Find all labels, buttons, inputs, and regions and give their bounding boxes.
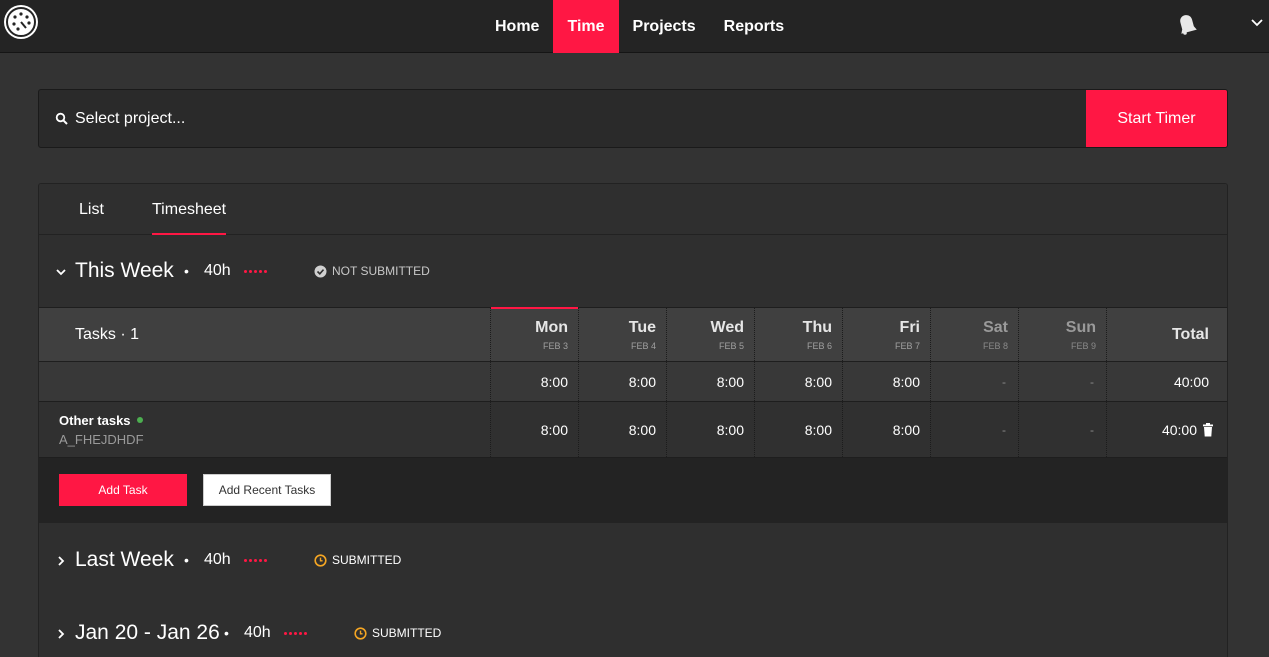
day-date: FEB 9 [1070, 340, 1096, 351]
project-search-input[interactable] [75, 104, 1075, 134]
grand-total: 40:00 [1106, 362, 1227, 401]
daily-total-wed: 8:00 [666, 362, 754, 401]
week-status-badge: NOT SUBMITTED [332, 264, 430, 278]
start-timer-button[interactable]: Start Timer [1086, 90, 1227, 147]
time-entry-sun[interactable]: - [1018, 402, 1106, 457]
daily-total-fri: 8:00 [842, 362, 930, 401]
nav-reports[interactable]: Reports [710, 0, 798, 53]
day-date: FEB 3 [542, 340, 568, 351]
hours-progress-dots [244, 558, 267, 562]
week-title: Jan 20 - Jan 26 [75, 621, 220, 644]
week-header-last-week[interactable]: Last Week • 40h SUBMITTED [39, 524, 1227, 596]
week-status-badge: SUBMITTED [332, 553, 402, 567]
time-entry-tue[interactable]: 8:00 [578, 402, 666, 457]
clock-icon [354, 626, 367, 640]
day-name: Fri [899, 318, 920, 336]
day-name: Tue [628, 318, 656, 336]
chevron-down-icon[interactable] [1250, 16, 1264, 30]
main-nav: Home Time Projects Reports [481, 0, 798, 53]
day-date: FEB 7 [894, 340, 920, 351]
hours-progress-dots [284, 631, 307, 635]
add-task-button[interactable]: Add Task [59, 474, 187, 506]
day-name: Mon [535, 318, 568, 336]
day-header-fri[interactable]: Fri FEB 7 [842, 308, 930, 361]
chevron-down-icon[interactable] [55, 265, 67, 277]
day-header-mon[interactable]: Mon FEB 3 [490, 307, 578, 361]
week-status-badge: SUBMITTED [372, 626, 442, 640]
day-header-wed[interactable]: Wed FEB 5 [666, 308, 754, 361]
tab-list[interactable]: List [79, 184, 104, 235]
separator-dot: • [224, 625, 229, 641]
daily-total-sat: - [930, 362, 1018, 401]
week-title: Last Week [75, 548, 174, 571]
time-entry-wed[interactable]: 8:00 [666, 402, 754, 457]
day-header-thu[interactable]: Thu FEB 6 [754, 308, 842, 361]
table-row: Other tasks A_FHEJDHDF 8:00 8:00 8:00 8:… [39, 402, 1227, 458]
week-header-this-week[interactable]: This Week • 40h NOT SUBMITTED [39, 235, 1227, 307]
week-hours: 40h [204, 551, 231, 568]
timesheet-header-row: Tasks · 1 Mon FEB 3 Tue FEB 4 Wed FEB 5 … [39, 307, 1227, 362]
week-hours: 40h [204, 262, 231, 279]
time-entry-fri[interactable]: 8:00 [842, 402, 930, 457]
view-tabs: List Timesheet [39, 184, 1227, 235]
separator-dot: • [184, 263, 189, 279]
day-header-sat[interactable]: Sat FEB 8 [930, 308, 1018, 361]
hours-progress-dots [244, 269, 267, 273]
project-search-bar: Start Timer [38, 89, 1228, 148]
task-code: A_FHEJDHDF [59, 431, 144, 447]
stopwatch-logo-icon[interactable] [4, 5, 38, 39]
time-entry-thu[interactable]: 8:00 [754, 402, 842, 457]
separator-dot: • [184, 552, 189, 568]
day-header-tue[interactable]: Tue FEB 4 [578, 308, 666, 361]
week-header-jan-20[interactable]: Jan 20 - Jan 26 • 40h SUBMITTED [39, 597, 1227, 657]
search-icon [55, 112, 69, 126]
chevron-right-icon[interactable] [55, 554, 67, 566]
day-date: FEB 6 [806, 340, 832, 351]
daily-total-mon: 8:00 [490, 362, 578, 401]
day-name: Sun [1065, 318, 1096, 336]
tasks-count-label: Tasks · 1 [75, 325, 140, 343]
chevron-right-icon[interactable] [55, 627, 67, 639]
day-header-sun[interactable]: Sun FEB 9 [1018, 308, 1106, 361]
day-name: Wed [710, 318, 744, 336]
task-name: Other tasks [59, 412, 131, 428]
day-name: Sat [983, 318, 1008, 336]
day-name: Thu [802, 318, 832, 336]
nav-projects[interactable]: Projects [619, 0, 710, 53]
day-date: FEB 8 [982, 340, 1008, 351]
add-recent-tasks-button[interactable]: Add Recent Tasks [203, 474, 331, 506]
tab-timesheet[interactable]: Timesheet [152, 184, 227, 235]
task-info[interactable]: Other tasks A_FHEJDHDF [39, 402, 490, 457]
total-header: Total [1106, 308, 1227, 361]
daily-total-sun: - [1018, 362, 1106, 401]
trash-icon[interactable] [1202, 423, 1214, 437]
totals-row-label [39, 362, 490, 401]
daily-totals-row: 8:00 8:00 8:00 8:00 8:00 - - 40:00 [39, 362, 1227, 402]
top-navigation-bar: Home Time Projects Reports [0, 0, 1269, 53]
time-entry-mon[interactable]: 8:00 [490, 402, 578, 457]
nav-home[interactable]: Home [481, 0, 553, 53]
time-entry-sat[interactable]: - [930, 402, 1018, 457]
daily-total-thu: 8:00 [754, 362, 842, 401]
daily-total-tue: 8:00 [578, 362, 666, 401]
day-date: FEB 4 [630, 340, 656, 351]
task-status-dot [136, 417, 143, 423]
bell-icon[interactable] [1175, 12, 1199, 36]
week-hours: 40h [244, 624, 271, 641]
clock-icon [314, 553, 327, 567]
week-title: This Week [75, 259, 174, 282]
nav-time[interactable]: Time [553, 0, 619, 53]
timesheet-actions: Add Task Add Recent Tasks [39, 458, 1227, 523]
timesheet-card: List Timesheet This Week • 40h NOT SUBMI… [38, 183, 1228, 657]
day-date: FEB 5 [718, 340, 744, 351]
check-circle-icon [314, 265, 327, 278]
